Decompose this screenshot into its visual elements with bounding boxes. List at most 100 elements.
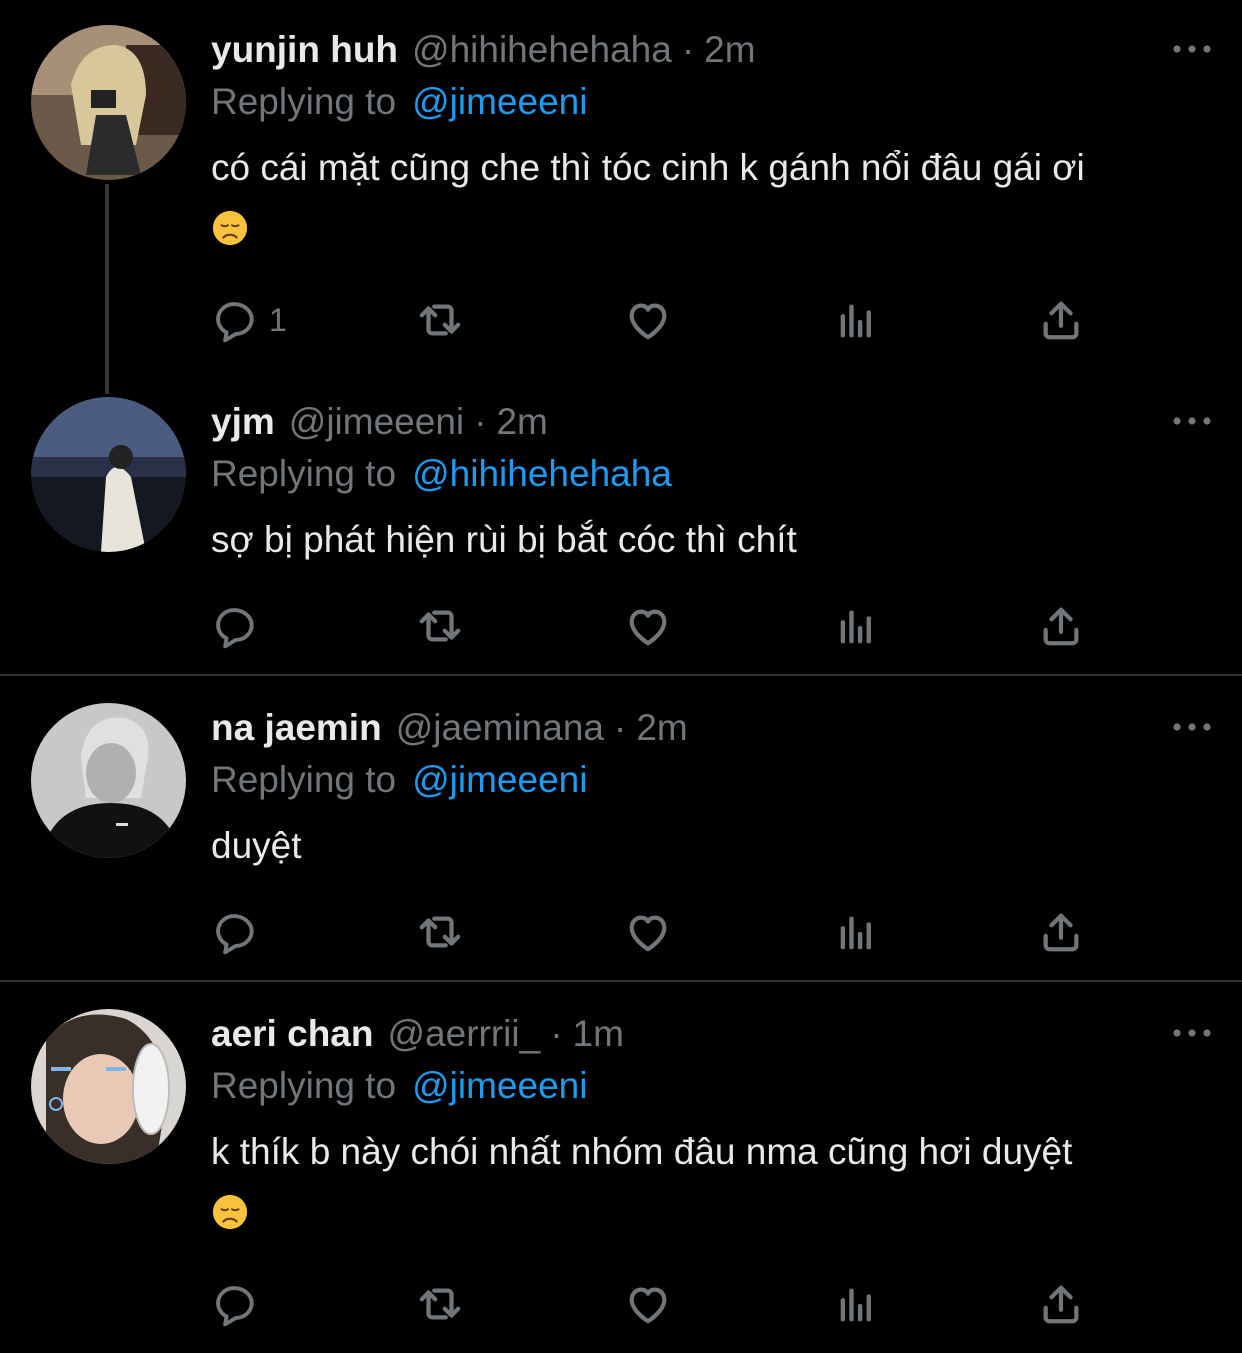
username[interactable]: @hihihehehaha: [412, 29, 672, 71]
reply-icon: [216, 1286, 254, 1327]
reply-count: 1: [269, 301, 287, 338]
views-button[interactable]: [833, 907, 879, 957]
separator-dot: ·: [550, 1013, 563, 1054]
disappointed-face-icon: [211, 1194, 249, 1231]
avatar[interactable]: [31, 1009, 186, 1164]
username[interactable]: @jimeeeni: [289, 401, 464, 443]
share-button[interactable]: [1038, 907, 1084, 957]
replying-to: Replying to @jimeeeni: [211, 77, 587, 127]
tweet-text-content: duyệt: [211, 825, 302, 866]
replying-label: Replying to: [211, 453, 397, 494]
username[interactable]: @jaeminana: [396, 707, 604, 749]
action-bar: 1: [211, 295, 1211, 345]
replying-label: Replying to: [211, 1065, 397, 1106]
tweet[interactable]: na jaemin @jaeminana · 2m Replying to @j…: [0, 703, 1242, 963]
tweet[interactable]: aeri chan @aerrrii_ · 1m Replying to @ji…: [0, 1009, 1242, 1339]
reply-icon: [216, 914, 254, 955]
share-button[interactable]: [1038, 1279, 1084, 1329]
views-icon: [840, 1288, 871, 1322]
action-bar: [211, 1279, 1211, 1329]
avatar[interactable]: [31, 397, 186, 552]
heart-icon: [625, 909, 671, 955]
timestamp[interactable]: 1m: [573, 1013, 624, 1055]
retweet-icon: [417, 297, 463, 343]
share-icon: [1038, 1281, 1084, 1327]
reply-button[interactable]: 1: [211, 295, 287, 345]
share-button[interactable]: [1038, 601, 1084, 651]
retweet-button[interactable]: [417, 295, 463, 345]
more-icon[interactable]: [1172, 717, 1212, 737]
tweet-text-content: có cái mặt cũng che thì tóc cinh k gánh …: [211, 147, 1085, 188]
views-icon: [840, 916, 871, 950]
share-button[interactable]: [1038, 295, 1084, 345]
action-bar: [211, 907, 1211, 957]
username[interactable]: @aerrrii_: [387, 1013, 540, 1055]
retweet-icon: [417, 603, 463, 649]
more-icon[interactable]: [1172, 1023, 1212, 1043]
disappointed-face-icon: [211, 210, 249, 247]
avatar[interactable]: [31, 703, 186, 858]
heart-icon: [625, 1281, 671, 1327]
tweet-text-content: k thík b này chói nhất nhóm đâu nma cũng…: [211, 1131, 1073, 1172]
replying-to: Replying to @jimeeeni: [211, 1061, 587, 1111]
tweet[interactable]: yjm @jimeeeni · 2m Replying to @hihihehe…: [0, 397, 1242, 657]
retweet-button[interactable]: [417, 907, 463, 957]
views-button[interactable]: [833, 295, 879, 345]
retweet-icon: [417, 1281, 463, 1327]
like-button[interactable]: [625, 601, 671, 651]
timestamp[interactable]: 2m: [636, 707, 687, 749]
retweet-button[interactable]: [417, 601, 463, 651]
divider: [0, 980, 1242, 982]
share-icon: [1038, 297, 1084, 343]
share-icon: [1038, 909, 1084, 955]
replying-to: Replying to @jimeeeni: [211, 755, 587, 805]
heart-icon: [625, 297, 671, 343]
tweet-header: yjm @jimeeeni · 2m: [211, 397, 548, 447]
reply-button[interactable]: [211, 907, 257, 957]
views-icon: [840, 610, 871, 644]
display-name[interactable]: yunjin huh: [211, 29, 398, 71]
tweet-text-content: sợ bị phát hiện rùi bị bắt cóc thì chít: [211, 519, 797, 560]
timestamp[interactable]: 2m: [704, 29, 755, 71]
tweet-header: na jaemin @jaeminana · 2m: [211, 703, 688, 753]
divider: [0, 674, 1242, 676]
replying-label: Replying to: [211, 81, 397, 122]
mention-link[interactable]: @jimeeeni: [412, 1065, 587, 1107]
display-name[interactable]: yjm: [211, 401, 275, 443]
avatar[interactable]: [31, 25, 186, 180]
like-button[interactable]: [625, 1279, 671, 1329]
tweet-text: k thík b này chói nhất nhóm đâu nma cũng…: [211, 1123, 1221, 1239]
tweet-text: có cái mặt cũng che thì tóc cinh k gánh …: [211, 139, 1221, 255]
action-bar: [211, 601, 1211, 651]
views-icon: [840, 304, 871, 338]
views-button[interactable]: [833, 601, 879, 651]
reply-icon: [216, 302, 254, 343]
tweet-text: sợ bị phát hiện rùi bị bắt cóc thì chít: [211, 511, 1221, 569]
replying-label: Replying to: [211, 759, 397, 800]
separator-dot: ·: [474, 401, 487, 442]
tweet-text: duyệt: [211, 817, 1221, 875]
like-button[interactable]: [625, 295, 671, 345]
separator-dot: ·: [681, 29, 695, 70]
timestamp[interactable]: 2m: [496, 401, 547, 443]
heart-icon: [625, 603, 671, 649]
retweet-icon: [417, 909, 463, 955]
reply-icon: [216, 608, 254, 649]
views-button[interactable]: [833, 1279, 879, 1329]
separator-dot: ·: [613, 707, 627, 748]
mention-link[interactable]: @jimeeeni: [412, 759, 587, 801]
display-name[interactable]: na jaemin: [211, 707, 382, 749]
mention-link[interactable]: @hihihehehaha: [412, 453, 672, 495]
display-name[interactable]: aeri chan: [211, 1013, 373, 1055]
tweet[interactable]: yunjin huh @hihihehehaha · 2m Replying t…: [0, 25, 1242, 345]
more-icon[interactable]: [1172, 411, 1212, 431]
replying-to: Replying to @hihihehehaha: [211, 449, 672, 499]
share-icon: [1038, 603, 1084, 649]
tweet-header: aeri chan @aerrrii_ · 1m: [211, 1009, 624, 1059]
retweet-button[interactable]: [417, 1279, 463, 1329]
reply-button[interactable]: [211, 601, 257, 651]
more-icon[interactable]: [1172, 39, 1212, 59]
mention-link[interactable]: @jimeeeni: [412, 81, 587, 123]
like-button[interactable]: [625, 907, 671, 957]
reply-button[interactable]: [211, 1279, 257, 1329]
